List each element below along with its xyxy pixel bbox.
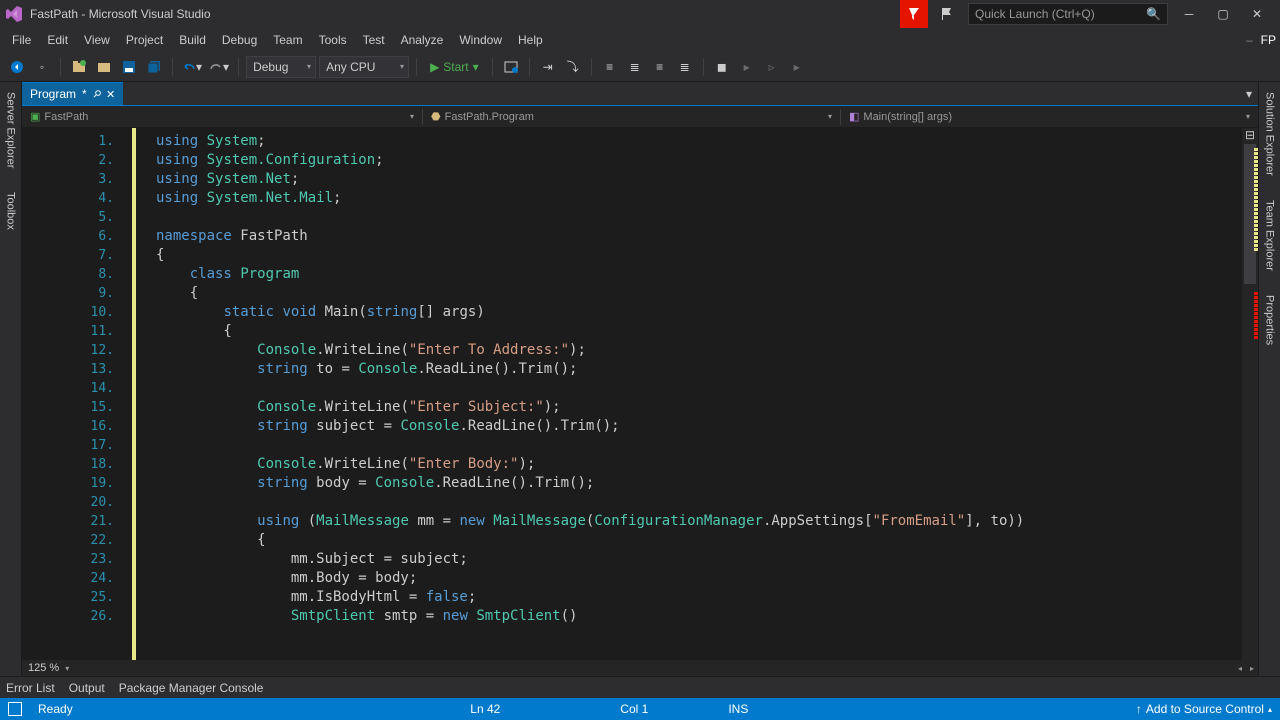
- menu-window[interactable]: Window: [451, 29, 510, 51]
- menu-view[interactable]: View: [76, 29, 118, 51]
- bookmark-icon[interactable]: ◼: [711, 56, 733, 78]
- zoom-level[interactable]: 125 %: [22, 662, 65, 674]
- profile-badge[interactable]: FP: [1261, 33, 1276, 47]
- quick-launch-input[interactable]: Quick Launch (Ctrl+Q) 🔍: [968, 3, 1168, 25]
- publish-icon: ↑: [1136, 702, 1142, 716]
- indent-right-icon[interactable]: ≣: [624, 56, 646, 78]
- menu-edit[interactable]: Edit: [39, 29, 76, 51]
- toolbar-icon-3[interactable]: ▸: [786, 56, 808, 78]
- team-explorer-tab[interactable]: Team Explorer: [1262, 194, 1278, 277]
- status-ready: Ready: [28, 702, 83, 716]
- menu-test[interactable]: Test: [355, 29, 393, 51]
- solution-explorer-tab[interactable]: Solution Explorer: [1262, 86, 1278, 182]
- menu-debug[interactable]: Debug: [214, 29, 265, 51]
- menu-analyze[interactable]: Analyze: [393, 29, 452, 51]
- error-list-tab[interactable]: Error List: [6, 681, 55, 695]
- pin-icon[interactable]: ⚲: [90, 88, 103, 101]
- sidebar-left: Server Explorer Toolbox: [0, 82, 22, 676]
- nav-back-button[interactable]: [6, 56, 28, 78]
- quick-launch-placeholder: Quick Launch (Ctrl+Q): [975, 7, 1095, 21]
- properties-tab[interactable]: Properties: [1262, 289, 1278, 351]
- account-indicator[interactable]: –: [1238, 33, 1261, 47]
- notification-button[interactable]: [900, 0, 928, 28]
- config-dropdown[interactable]: Debug: [246, 56, 316, 78]
- tab-label: Program: [30, 87, 76, 101]
- minimize-button[interactable]: ─: [1172, 0, 1206, 28]
- code-editor[interactable]: 1.2.3.4.5.6.7.8.9.10.11.12.13.14.15.16.1…: [22, 128, 1258, 660]
- start-button[interactable]: ▶ Start ▾: [424, 60, 485, 74]
- window-title: FastPath - Microsoft Visual Studio: [30, 7, 900, 21]
- redo-button[interactable]: ▾: [207, 56, 231, 78]
- method-icon: ◧: [849, 110, 859, 123]
- comment-icon[interactable]: ≡: [649, 56, 671, 78]
- open-file-button[interactable]: [93, 56, 115, 78]
- class-icon: ⬣: [431, 110, 441, 123]
- menu-project[interactable]: Project: [118, 29, 171, 51]
- csharp-project-icon: ▣: [30, 110, 40, 123]
- toolbar: ◦ ▾ ▾ Debug Any CPU ▶ Start ▾ ⇥ ⤵ ≡ ≣ ≡ …: [0, 52, 1280, 82]
- line-gutter: 1.2.3.4.5.6.7.8.9.10.11.12.13.14.15.16.1…: [22, 128, 132, 660]
- status-col: Col 1: [610, 702, 658, 716]
- status-bar: Ready Ln 42 Col 1 INS ↑ Add to Source Co…: [0, 698, 1280, 720]
- browser-link-button[interactable]: [500, 56, 522, 78]
- document-tab-program[interactable]: Program * ⚲ ✕: [22, 82, 123, 105]
- breadcrumb: ▣ FastPath ▾ ⬣ FastPath.Program ▾ ◧ Main…: [22, 106, 1258, 128]
- menu-file[interactable]: File: [4, 29, 39, 51]
- editor-area: Program * ⚲ ✕ ▾ ▣ FastPath ▾ ⬣ FastPath.…: [22, 82, 1258, 676]
- uncomment-icon[interactable]: ≣: [674, 56, 696, 78]
- indent-left-icon[interactable]: ≡: [599, 56, 621, 78]
- toolbar-icon-1[interactable]: ▸: [736, 56, 758, 78]
- platform-dropdown[interactable]: Any CPU: [319, 56, 409, 78]
- menu-help[interactable]: Help: [510, 29, 551, 51]
- server-explorer-tab[interactable]: Server Explorer: [3, 86, 19, 174]
- maximize-button[interactable]: ▢: [1206, 0, 1240, 28]
- breadcrumb-project[interactable]: ▣ FastPath ▾: [22, 110, 422, 123]
- nav-forward-button[interactable]: ◦: [31, 56, 53, 78]
- step-into-icon[interactable]: ⇥: [537, 56, 559, 78]
- vertical-scrollbar[interactable]: ⊟: [1242, 128, 1258, 660]
- document-tabs: Program * ⚲ ✕ ▾: [22, 82, 1258, 106]
- vs-logo-icon: [6, 6, 22, 22]
- sidebar-right: Solution Explorer Team Explorer Properti…: [1258, 82, 1280, 676]
- new-project-button[interactable]: [68, 56, 90, 78]
- breadcrumb-class[interactable]: ⬣ FastPath.Program ▾: [423, 110, 840, 123]
- output-tab[interactable]: Output: [69, 681, 105, 695]
- toolbox-tab[interactable]: Toolbox: [3, 186, 19, 236]
- package-manager-tab[interactable]: Package Manager Console: [119, 681, 264, 695]
- source-control-button[interactable]: ↑ Add to Source Control ▴: [1136, 702, 1272, 716]
- bottom-panel-tabs: Error List Output Package Manager Consol…: [0, 676, 1280, 698]
- horizontal-scrollbar[interactable]: 125 % ▾ ◂ ▸: [22, 660, 1258, 676]
- menu-build[interactable]: Build: [171, 29, 214, 51]
- save-all-button[interactable]: [143, 56, 165, 78]
- flag-icon[interactable]: [930, 0, 964, 28]
- save-button[interactable]: [118, 56, 140, 78]
- status-ins: INS: [718, 702, 758, 716]
- title-bar: FastPath - Microsoft Visual Studio Quick…: [0, 0, 1280, 28]
- tab-close-icon[interactable]: ✕: [106, 88, 115, 101]
- modified-indicator: *: [82, 87, 87, 101]
- tab-overflow-icon[interactable]: ▾: [1240, 82, 1258, 105]
- window-mode-icon[interactable]: [8, 702, 22, 716]
- search-icon: 🔍: [1146, 7, 1161, 21]
- code-content[interactable]: using System;using System.Configuration;…: [136, 128, 1258, 660]
- close-button[interactable]: ✕: [1240, 0, 1274, 28]
- breadcrumb-method[interactable]: ◧ Main(string[] args) ▾: [841, 110, 1258, 123]
- step-over-icon[interactable]: ⤵: [562, 56, 584, 78]
- menu-tools[interactable]: Tools: [311, 29, 355, 51]
- undo-button[interactable]: ▾: [180, 56, 204, 78]
- menu-bar: FileEditViewProjectBuildDebugTeamToolsTe…: [0, 28, 1280, 52]
- toolbar-icon-2[interactable]: ▹: [761, 56, 783, 78]
- status-line: Ln 42: [460, 702, 510, 716]
- menu-team[interactable]: Team: [265, 29, 310, 51]
